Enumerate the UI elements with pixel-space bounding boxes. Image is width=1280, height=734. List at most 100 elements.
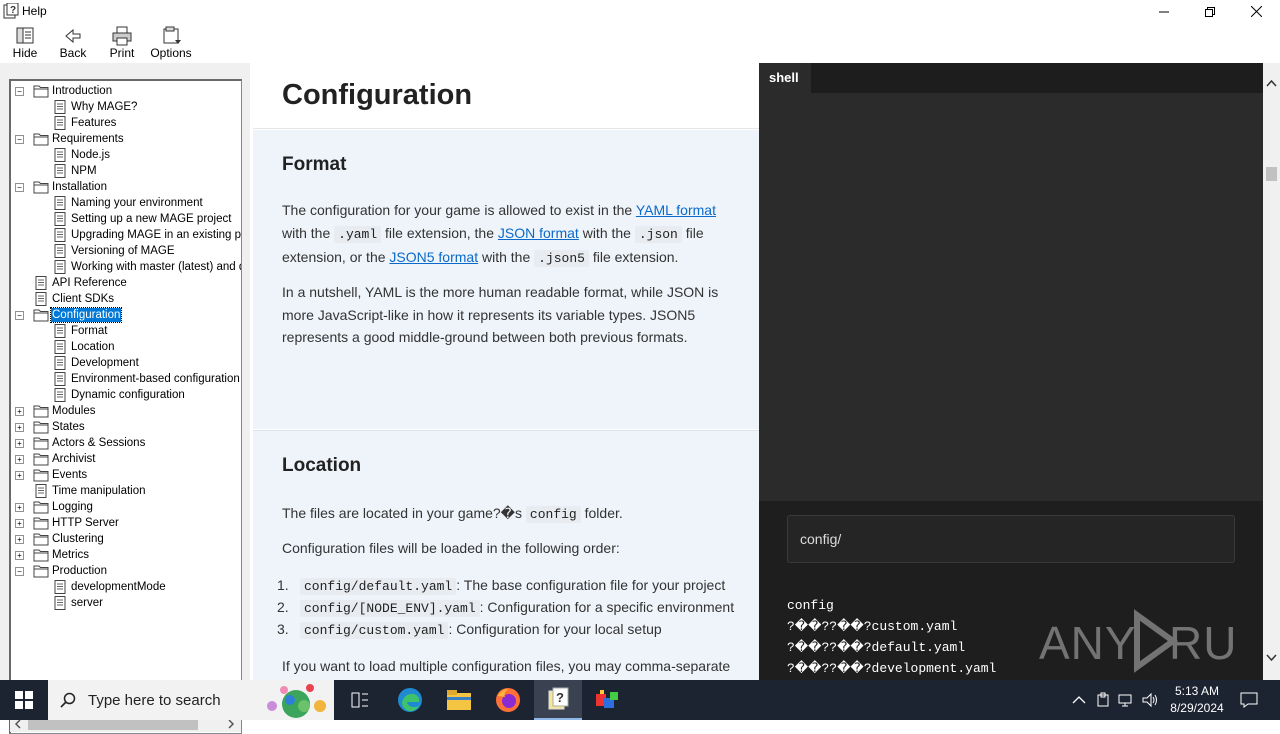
tree-item-label[interactable]: server [70,596,104,610]
tree-item-label[interactable]: Setting up a new MAGE project [70,212,232,226]
tree-item[interactable]: Format [11,323,241,339]
tree-item[interactable]: server [11,595,241,611]
tree-item[interactable]: Upgrading MAGE in an existing project [11,227,241,243]
collapse-icon[interactable]: − [15,311,24,320]
tree-item[interactable]: + Logging [11,499,241,515]
tree-item[interactable]: − Production [11,563,241,579]
tree-item[interactable]: − Configuration [11,307,241,323]
tree-item[interactable]: Development [11,355,241,371]
collapse-icon[interactable]: − [15,183,24,192]
collapse-icon[interactable]: − [15,87,24,96]
tree-item-label[interactable]: Requirements [51,132,125,146]
tree-item[interactable]: + HTTP Server [11,515,241,531]
tree-item-label[interactable]: Why MAGE? [70,100,138,114]
tree-item[interactable]: Location [11,339,241,355]
options-button[interactable]: Options [150,26,192,62]
print-button[interactable]: Print [106,26,138,62]
tree-item-label[interactable]: Actors & Sessions [51,436,146,450]
chevron-up-icon[interactable] [1072,695,1086,705]
tree-item[interactable]: Working with master (latest) and develop… [11,259,241,275]
scroll-down-icon[interactable] [1266,654,1277,662]
tree-item[interactable]: Features [11,115,241,131]
task-view-button[interactable] [336,680,384,720]
json5-format-link[interactable]: JSON5 format [389,249,478,265]
tree-item[interactable]: Node.js [11,147,241,163]
taskbar-search[interactable]: Type here to search [48,680,334,720]
edge-taskbar-button[interactable] [386,680,434,720]
yaml-format-link[interactable]: YAML format [636,202,716,218]
start-button[interactable] [0,680,48,720]
network-icon[interactable] [1118,692,1134,708]
tree-item-label[interactable]: Upgrading MAGE in an existing project [70,228,241,242]
tree-item[interactable]: Client SDKs [11,291,241,307]
tree-item-label[interactable]: Archivist [51,452,96,466]
collapse-icon[interactable]: − [15,567,24,576]
document-vertical-scrollbar[interactable] [1263,63,1280,680]
tree-item[interactable]: Environment-based configuration [11,371,241,387]
tree-item-label[interactable]: Metrics [51,548,90,562]
tree-item-label[interactable]: Production [51,564,108,578]
expand-icon[interactable]: + [15,439,24,448]
tree-item-label[interactable]: Introduction [51,84,113,98]
scroll-up-icon[interactable] [1266,79,1277,87]
expand-icon[interactable]: + [15,455,24,464]
expand-icon[interactable]: + [15,423,24,432]
tree-item-label[interactable]: Modules [51,404,96,418]
expand-icon[interactable]: + [15,503,24,512]
tree-item-label[interactable]: Logging [51,500,94,514]
minimize-button[interactable] [1141,0,1187,23]
tree-item[interactable]: + Events [11,467,241,483]
tree-item[interactable]: Dynamic configuration [11,387,241,403]
tree-item-label[interactable]: developmentMode [70,580,167,594]
tree-item-label[interactable]: Time manipulation [51,484,147,498]
tree-item[interactable]: Naming your environment [11,195,241,211]
tree-item-label[interactable]: API Reference [51,276,128,290]
tree-item[interactable]: − Introduction [11,83,241,99]
volume-icon[interactable] [1142,692,1158,708]
tree-item[interactable]: API Reference [11,275,241,291]
tree-item-label[interactable]: States [51,420,86,434]
tree-item[interactable]: Setting up a new MAGE project [11,211,241,227]
tree-item-label[interactable]: Client SDKs [51,292,115,306]
tree-item[interactable]: − Requirements [11,131,241,147]
tree-item-label[interactable]: Installation [51,180,108,194]
tree-item[interactable]: NPM [11,163,241,179]
clock[interactable]: 5:13 AM 8/29/2024 [1162,683,1232,717]
back-button[interactable]: Back [57,26,89,62]
expand-icon[interactable]: + [15,535,24,544]
tree-item-label[interactable]: Node.js [70,148,111,162]
tree-item[interactable]: + Archivist [11,451,241,467]
contents-tree[interactable]: − Introduction Why MAGE? Features − Requireme… [9,79,242,734]
scroll-right-icon[interactable] [227,719,235,729]
tree-item-label[interactable]: HTTP Server [51,516,120,530]
tree-item[interactable]: + Modules [11,403,241,419]
help-taskbar-button[interactable]: ? [534,680,582,720]
tree-item[interactable]: + Clustering [11,531,241,547]
app-taskbar-button[interactable] [583,680,631,720]
tree-item[interactable]: + Metrics [11,547,241,563]
tree-item-label[interactable]: Format [70,324,108,338]
tree-item[interactable]: Why MAGE? [11,99,241,115]
scrollbar-thumb[interactable] [28,719,198,730]
file-explorer-taskbar-button[interactable] [435,680,483,720]
hide-button[interactable]: Hide [9,26,41,62]
tree-item[interactable]: + States [11,419,241,435]
notifications-button[interactable] [1224,680,1274,720]
tree-item-label[interactable]: Development [70,356,140,370]
json-format-link[interactable]: JSON format [498,225,579,241]
tree-item[interactable]: − Installation [11,179,241,195]
expand-icon[interactable]: + [15,407,24,416]
tree-item-label[interactable]: Features [70,116,117,130]
scrollbar-thumb[interactable] [1266,167,1277,181]
expand-icon[interactable]: + [15,551,24,560]
firefox-taskbar-button[interactable] [484,680,532,720]
scroll-left-icon[interactable] [14,719,22,729]
tree-item-label[interactable]: Environment-based configuration [70,372,241,386]
security-icon[interactable] [1096,692,1110,708]
tree-item[interactable]: developmentMode [11,579,241,595]
shell-input[interactable]: config/ [787,515,1235,563]
restore-button[interactable] [1187,0,1233,23]
tree-item-label[interactable]: NPM [70,164,98,178]
tree-item-label[interactable]: Naming your environment [70,196,204,210]
tree-item-label[interactable]: Location [70,340,115,354]
